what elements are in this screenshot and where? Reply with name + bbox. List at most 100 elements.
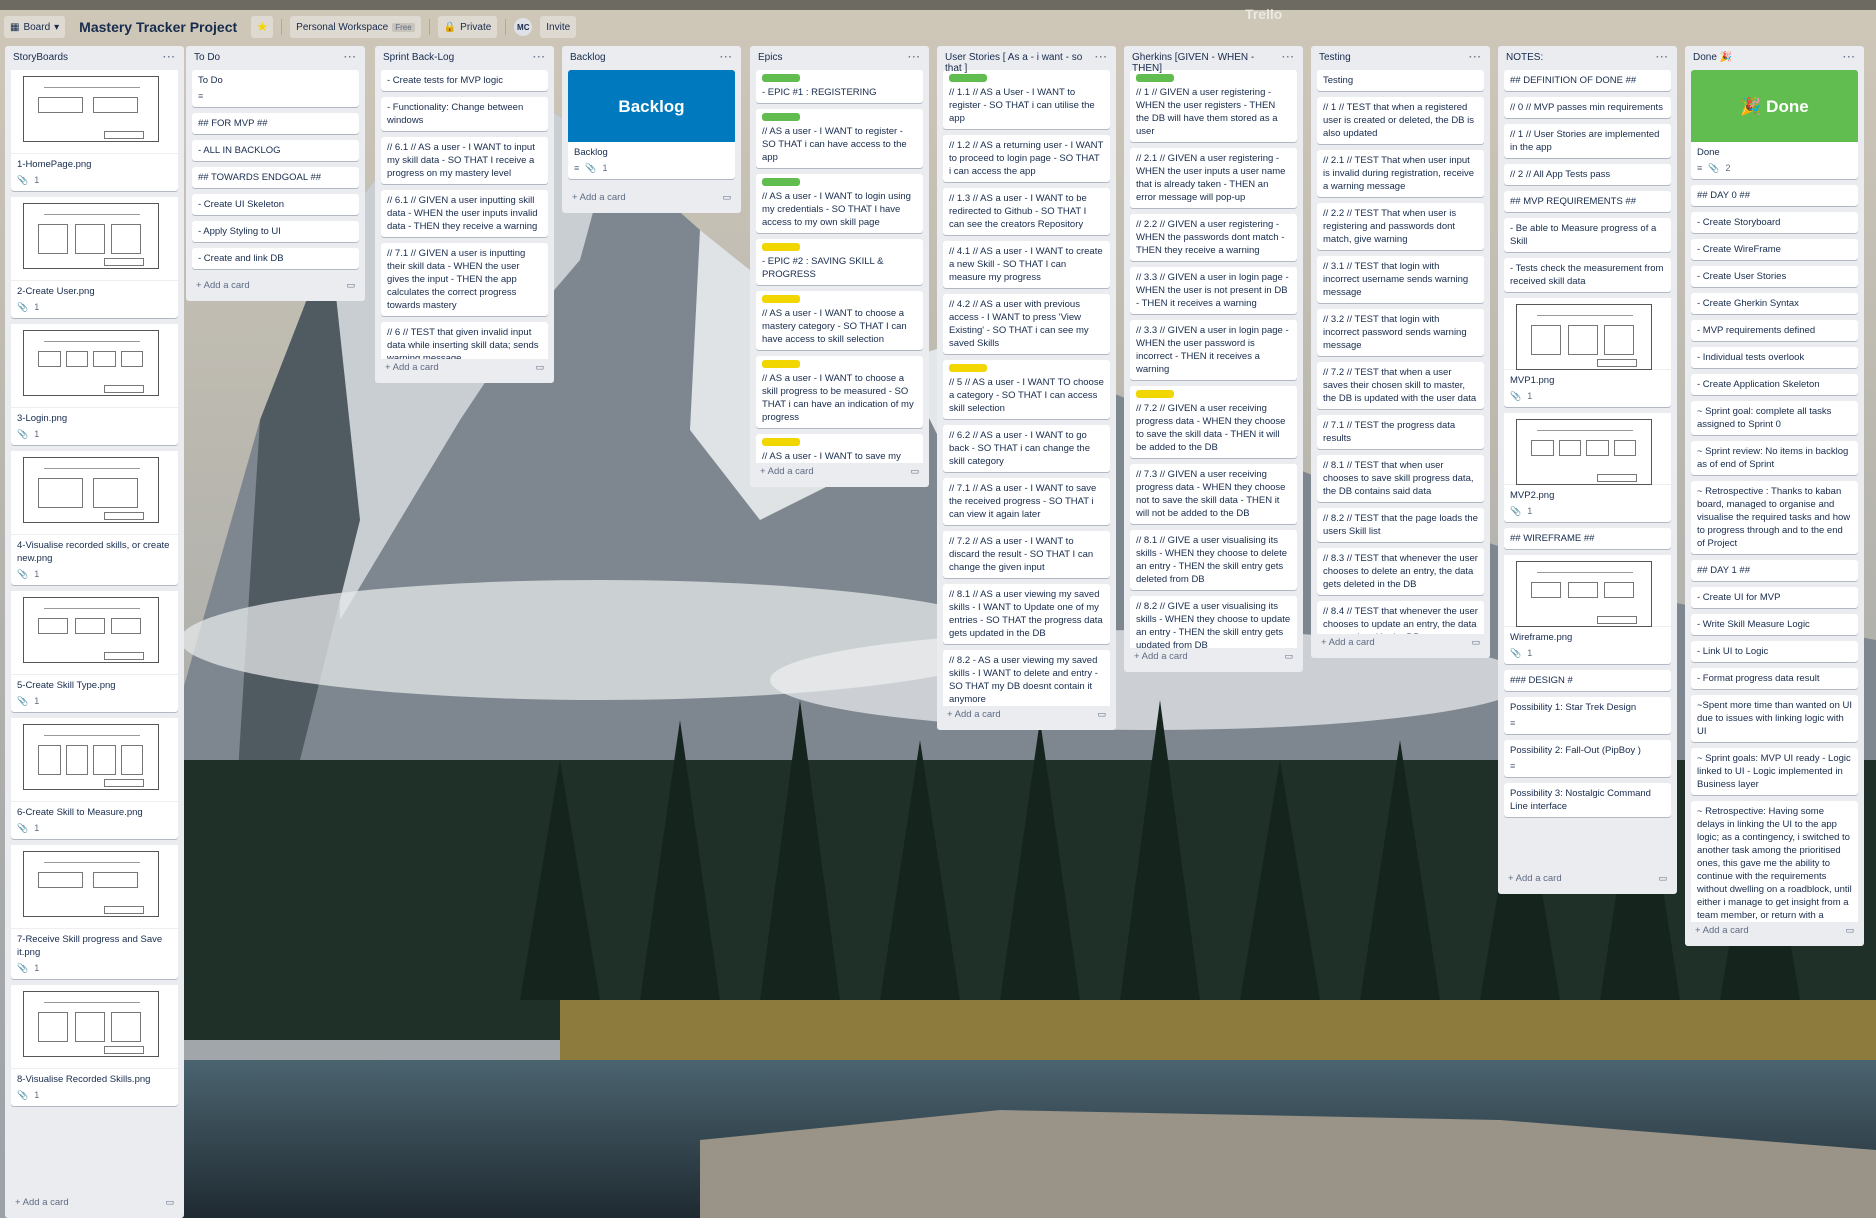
card-template-icon[interactable]: ▭ [910,466,919,477]
card[interactable]: // 8.2 // TEST that the page loads the u… [1317,508,1484,542]
card[interactable]: - Individual tests overlook [1691,347,1858,368]
more-dots-icon[interactable]: ··· [1282,52,1295,63]
card[interactable]: Possibility 2: Fall-Out (PipBoy ) ≡ [1504,740,1671,777]
card[interactable]: ~ Sprint goals: MVP UI ready - Logic lin… [1691,748,1858,795]
card[interactable]: ~Spent more time than wanted on UI due t… [1691,695,1858,742]
card[interactable]: // 7.2 // AS a user - I WANT to discard … [943,531,1110,578]
card[interactable]: 8-Visualise Recorded Skills.png 📎 1 [11,985,178,1106]
card[interactable]: ~ Sprint goal: complete all tasks assign… [1691,401,1858,435]
card-template-icon[interactable]: ▭ [346,280,355,291]
card-template-icon[interactable]: ▭ [1284,651,1293,662]
list-header[interactable]: To Do ··· [192,46,359,70]
card[interactable]: - Apply Styling to UI [192,221,359,242]
list-header[interactable]: Backlog ··· [568,46,735,70]
card[interactable]: ## DEFINITION OF DONE ## [1504,70,1671,91]
card[interactable]: - Create tests for MVP logic [381,70,548,91]
card[interactable]: Backlog Backlog ≡ 📎 1 [568,70,735,179]
card[interactable]: - EPIC #2 : SAVING SKILL & PROGRESS [756,239,923,285]
card[interactable]: // 6.2 // AS a user - I WANT to go back … [943,425,1110,472]
card[interactable]: // AS a user - I WANT to login using my … [756,174,923,233]
card[interactable]: // 8.2 - AS a user viewing my saved skil… [943,650,1110,706]
board-view-button[interactable]: ▦ Board ▾ [4,16,66,38]
star-icon[interactable]: ★ [251,16,274,38]
list-title[interactable]: Backlog [570,52,606,63]
card[interactable]: 7-Receive Skill progress and Save it.png… [11,845,178,979]
card[interactable]: // 2 // All App Tests pass [1504,164,1671,185]
card-label-yellow[interactable] [762,438,800,446]
list-title[interactable]: To Do [194,52,220,63]
list-title[interactable]: NOTES: [1506,52,1543,63]
list-header[interactable]: Done 🎉 ··· [1691,46,1858,70]
card[interactable]: - Create Storyboard [1691,212,1858,233]
add-card-button[interactable]: + Add a card ▭ [756,463,923,480]
card[interactable]: 5-Create Skill Type.png 📎 1 [11,591,178,712]
card[interactable]: - Create and link DB [192,248,359,269]
card[interactable]: ~ Sprint review: No items in backlog as … [1691,441,1858,475]
card[interactable]: ## TOWARDS ENDGOAL ## [192,167,359,188]
card[interactable]: // AS a user - I WANT to choose a skill … [756,356,923,428]
card[interactable]: // 8.1 // TEST that when user chooses to… [1317,455,1484,502]
card[interactable]: // 7.1 // GIVEN a user is inputting thei… [381,243,548,316]
card[interactable]: // 7.2 // TEST that when a user saves th… [1317,362,1484,409]
add-card-button[interactable]: + Add a card ▭ [943,706,1110,723]
card-template-icon[interactable]: ▭ [722,192,731,203]
more-dots-icon[interactable]: ··· [344,52,357,63]
card-label-yellow[interactable] [949,364,987,372]
card[interactable]: // 8.3 // TEST that whenever the user ch… [1317,548,1484,595]
add-card-button[interactable]: + Add a card ▭ [1317,634,1484,651]
add-card-button[interactable]: + Add a card ▭ [1691,922,1858,939]
invite-button[interactable]: Invite [540,16,577,38]
card[interactable]: - Create WireFrame [1691,239,1858,260]
more-dots-icon[interactable]: ··· [720,52,733,63]
card[interactable]: 4-Visualise recorded skills, or create n… [11,451,178,585]
card[interactable]: - MVP requirements defined [1691,320,1858,341]
card[interactable]: ### DESIGN # [1504,670,1671,691]
card[interactable]: - Create UI for MVP [1691,587,1858,608]
card[interactable]: // 4.2 // AS a user with previous access… [943,294,1110,354]
card[interactable]: ~ Retrospective: Having some delays in l… [1691,801,1858,922]
card[interactable]: // 8.4 // TEST that whenever the user ch… [1317,601,1484,634]
card-label-yellow[interactable] [762,295,800,303]
card[interactable]: ~ Retrospective : Thanks to kaban board,… [1691,481,1858,554]
card[interactable]: - Create Gherkin Syntax [1691,293,1858,314]
card-label-green[interactable] [949,74,987,82]
card[interactable]: // AS a user - I WANT to choose a master… [756,291,923,350]
card[interactable]: 2-Create User.png 📎 1 [11,197,178,318]
card[interactable]: ## DAY 0 ## [1691,185,1858,206]
list-title[interactable]: User Stories [ As a - i want - so that ] [945,52,1095,74]
card[interactable]: - Functionality: Change between windows [381,97,548,131]
workspace-button[interactable]: Personal Workspace Free [290,16,421,38]
card[interactable]: // 8.2 // GIVE a user visualising its sk… [1130,596,1297,648]
list-title[interactable]: Sprint Back-Log [383,52,454,63]
avatar[interactable]: MC [514,18,533,36]
card[interactable]: // 1.3 // AS a user - I WANT to be redir… [943,188,1110,235]
card[interactable]: // 1 // User Stories are implemented in … [1504,124,1671,158]
card[interactable]: // AS a user - I WANT to save my progres… [756,434,923,463]
more-dots-icon[interactable]: ··· [533,52,546,63]
list-header[interactable]: User Stories [ As a - i want - so that ]… [943,46,1110,74]
card[interactable]: // 7.1 // AS a user - I WANT to save the… [943,478,1110,525]
list-title[interactable]: Epics [758,52,782,63]
more-dots-icon[interactable]: ··· [1095,52,1108,63]
card-label-yellow[interactable] [762,243,800,251]
more-dots-icon[interactable]: ··· [1656,52,1669,63]
card[interactable]: // AS a user - I WANT to register - SO T… [756,109,923,168]
card[interactable]: // 2.2 // GIVEN a user registering - WHE… [1130,214,1297,261]
card[interactable]: 🎉 Done Done ≡ 📎 2 [1691,70,1858,179]
card[interactable]: 3-Login.png 📎 1 [11,324,178,445]
list-title[interactable]: Gherkins [GIVEN - WHEN - THEN] [1132,52,1282,74]
card-template-icon[interactable]: ▭ [165,1197,174,1208]
card[interactable]: // 0 // MVP passes min requirements [1504,97,1671,118]
card[interactable]: ## DAY 1 ## [1691,560,1858,581]
card[interactable]: // 6.1 // AS a user - I WANT to input my… [381,137,548,184]
card[interactable]: // 7.2 // GIVEN a user receiving progres… [1130,386,1297,458]
add-card-button[interactable]: + Add a card ▭ [11,1194,178,1211]
card[interactable]: // 1.1 // AS a User - I WANT to register… [943,70,1110,129]
card[interactable]: - Create User Stories [1691,266,1858,287]
add-card-button[interactable]: + Add a card ▭ [192,277,359,294]
card[interactable]: ## WIREFRAME ## [1504,528,1671,549]
card[interactable]: // 7.3 // GIVEN a user receiving progres… [1130,464,1297,524]
card[interactable]: - Link UI to Logic [1691,641,1858,662]
card[interactable]: // 2.1 // TEST That when user input is i… [1317,150,1484,197]
card[interactable]: ## FOR MVP ## [192,113,359,134]
